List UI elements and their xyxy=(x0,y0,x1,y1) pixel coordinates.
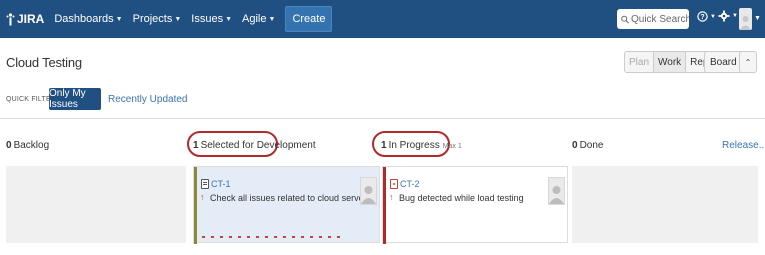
days-in-column-dots xyxy=(202,236,340,238)
assignee-avatar xyxy=(548,177,565,205)
high-priority-arrow-icon: ↑ xyxy=(389,192,394,202)
gear-icon xyxy=(718,10,730,22)
column-count: 0 xyxy=(572,140,578,151)
column-name: Selected for Development xyxy=(200,140,316,151)
nav-projects-label: Projects xyxy=(132,13,173,25)
column-header-selected: 1 Selected for Development xyxy=(193,140,316,151)
column-count: 0 xyxy=(6,140,12,151)
jira-logo[interactable]: JIRA xyxy=(6,0,44,38)
page-title: Cloud Testing xyxy=(6,55,82,70)
help-icon: ? xyxy=(697,11,708,22)
issue-card[interactable]: CT-2 ↑ Bug detected while load testing xyxy=(382,166,568,244)
chevron-up-icon: ⌃ xyxy=(744,57,752,67)
chevron-down-icon[interactable]: ▼ xyxy=(754,15,761,22)
issue-summary: Bug detected while load testing xyxy=(399,193,524,203)
issue-key[interactable]: CT-1 xyxy=(211,179,231,189)
column-name: Backlog xyxy=(13,140,50,151)
search-icon xyxy=(621,15,629,23)
release-link[interactable]: Release... xyxy=(722,140,765,151)
nav-agile-label: Agile xyxy=(242,13,267,25)
column-header-in-progress: 1 In Progress Max 1 xyxy=(381,140,462,151)
user-silhouette-icon xyxy=(740,16,751,30)
chevron-down-icon: ▼ xyxy=(710,13,716,20)
jira-logo-icon xyxy=(6,12,15,25)
board-menu-label: Board xyxy=(710,56,737,68)
column-name: Done xyxy=(579,140,604,151)
nav-agile[interactable]: Agile ▼ xyxy=(242,13,275,25)
issue-card[interactable]: CT-1 ↑ Check all issues related to cloud… xyxy=(193,166,380,244)
column-max-constraint: Max 1 xyxy=(442,143,462,150)
svg-text:?: ? xyxy=(700,14,704,21)
card-grabber xyxy=(383,167,386,244)
collapse-header-button[interactable]: ⌃ xyxy=(739,51,757,73)
filter-recently-updated[interactable]: Recently Updated xyxy=(108,94,188,105)
chevron-down-icon: ▼ xyxy=(732,13,738,19)
plan-mode-button[interactable]: Plan xyxy=(625,52,655,72)
chevron-down-icon: ▼ xyxy=(115,15,123,23)
nav-issues[interactable]: Issues ▼ xyxy=(191,13,232,25)
assignee-avatar xyxy=(360,177,377,205)
card-grabber xyxy=(194,167,197,244)
nav-dashboards[interactable]: Dashboards ▼ xyxy=(54,13,122,25)
help-menu[interactable]: ? ▼ xyxy=(697,11,716,22)
high-priority-arrow-icon: ↑ xyxy=(200,192,205,202)
quick-search-input[interactable] xyxy=(631,13,689,25)
column-backlog xyxy=(6,166,186,243)
chevron-down-icon: ▼ xyxy=(268,15,276,23)
filter-only-my-issues[interactable]: Only My Issues xyxy=(49,88,101,110)
jira-logo-mark: JIRA xyxy=(6,12,44,26)
column-done xyxy=(572,166,758,243)
nav-projects[interactable]: Projects ▼ xyxy=(133,13,182,25)
issue-key[interactable]: CT-2 xyxy=(400,179,420,189)
user-silhouette-icon xyxy=(361,186,376,204)
column-header-backlog: 0 Backlog xyxy=(6,140,49,151)
chevron-down-icon: ▼ xyxy=(225,15,233,23)
nav-issues-label: Issues xyxy=(191,13,224,25)
bug-icon xyxy=(390,179,398,189)
header-divider xyxy=(0,118,765,119)
user-avatar[interactable] xyxy=(739,8,752,30)
column-header-done: 0 Done xyxy=(572,140,603,151)
create-button[interactable]: Create xyxy=(285,6,333,32)
quick-search[interactable] xyxy=(617,9,689,29)
task-icon xyxy=(201,179,209,189)
chevron-down-icon: ▼ xyxy=(174,15,182,23)
nav-dashboards-label: Dashboards xyxy=(54,13,114,25)
column-name: In Progress xyxy=(388,140,440,151)
top-navigation-bar: JIRA Dashboards ▼ Projects ▼ Issues ▼ Agile… xyxy=(0,0,765,38)
user-silhouette-icon xyxy=(549,186,564,204)
column-count: 1 xyxy=(381,140,387,151)
logo-text: JIRA xyxy=(17,12,45,26)
settings-menu[interactable]: ▼ xyxy=(718,10,738,22)
work-mode-button[interactable]: Work xyxy=(654,52,687,72)
issue-summary: Check all issues related to cloud server xyxy=(210,193,367,203)
column-count: 1 xyxy=(193,140,199,151)
